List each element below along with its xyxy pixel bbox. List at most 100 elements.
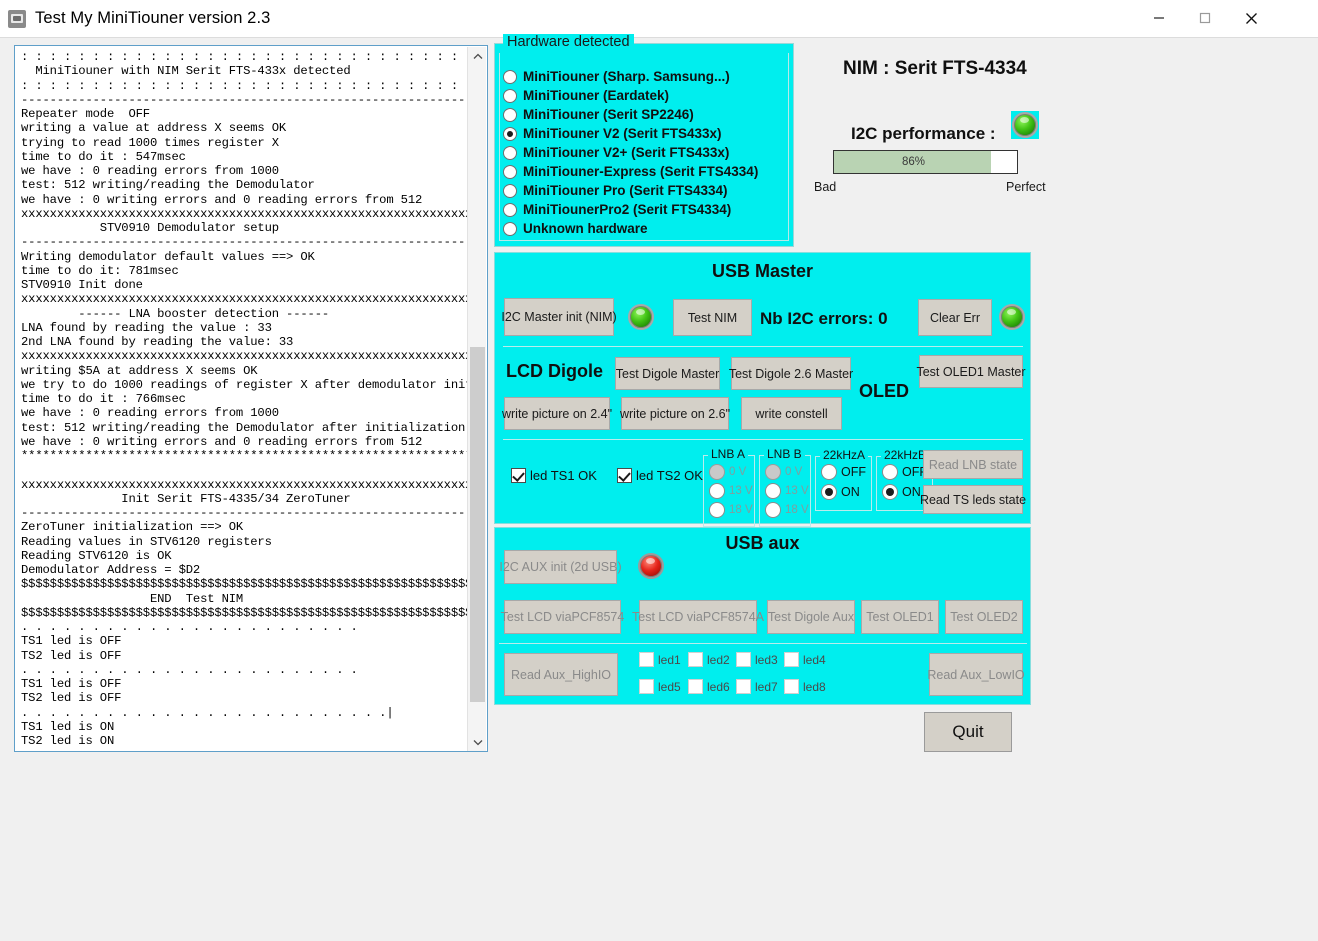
hw-radio-v2-fts433x[interactable]: MiniTiouner V2 (Serit FTS433x): [503, 124, 722, 143]
radio-icon: [709, 464, 725, 480]
test-oled1-button[interactable]: Test OLED1: [861, 600, 939, 634]
test-nim-button[interactable]: Test NIM: [673, 299, 752, 336]
lnb-a-option-13v[interactable]: 13 V: [709, 483, 753, 499]
lnb-a-option-18v[interactable]: 18 V: [709, 502, 753, 518]
clear-err-button[interactable]: Clear Err: [918, 299, 992, 336]
lnb-b-option-13v[interactable]: 13 V: [765, 483, 809, 499]
scrollbar-thumb[interactable]: [470, 347, 485, 702]
led-ts2-checkbox[interactable]: [617, 468, 632, 483]
aux-led2-label: led2: [707, 652, 730, 667]
i2c-performance-progressbar: 86%: [833, 150, 1018, 174]
i2c-aux-status-led-icon: [638, 553, 664, 579]
led-ts2-checkbox-row[interactable]: led TS2 OK: [617, 468, 703, 483]
read-aux-lowio-button[interactable]: Read Aux_LowIO: [927, 653, 1025, 696]
scroll-up-icon[interactable]: [468, 47, 487, 66]
test-digole-26-master-button[interactable]: Test Digole 2.6 Master: [729, 357, 853, 390]
radio-icon: [503, 221, 517, 236]
log-output-text: : : : : : : : : : : : : : : : : : : : : …: [21, 50, 487, 748]
write-constell-button[interactable]: write constell: [741, 397, 842, 430]
radio-icon: [709, 502, 725, 518]
minimize-button[interactable]: [1136, 0, 1182, 36]
aux-led1-row[interactable]: led1: [639, 652, 681, 667]
k22a-option-on[interactable]: ON: [821, 484, 860, 500]
window-title: Test My MiniTiouner version 2.3: [35, 9, 271, 27]
test-lcd-pcf8574-button[interactable]: Test LCD viaPCF8574: [501, 600, 624, 634]
hw-radio-sp2246[interactable]: MiniTiouner (Serit SP2246): [503, 105, 694, 124]
lnb-a-legend: LNB A: [708, 447, 749, 461]
test-oled2-button[interactable]: Test OLED2: [945, 600, 1023, 634]
hw-label: MiniTiouner-Express (Serit FTS4334): [523, 164, 759, 179]
k22b-on-label: ON: [902, 485, 921, 499]
aux-led4-checkbox[interactable]: [784, 652, 799, 667]
i2c-master-init-button[interactable]: I2C Master init (NIM): [501, 298, 617, 336]
lcd-digole-label: LCD Digole: [506, 361, 603, 381]
i2c-aux-init-button[interactable]: I2C AUX init (2d USB): [499, 550, 622, 584]
test-digole-master-button[interactable]: Test Digole Master: [615, 357, 720, 390]
log-scrollbar[interactable]: [467, 47, 487, 751]
aux-led3-row[interactable]: led3: [736, 652, 778, 667]
log-output-panel[interactable]: : : : : : : : : : : : : : : : : : : : : …: [14, 45, 488, 752]
oled-label: OLED: [859, 381, 910, 401]
aux-led1-checkbox[interactable]: [639, 652, 654, 667]
usb-master-panel: USB Master I2C Master init (NIM) Test NI…: [494, 252, 1031, 527]
lnb-b-option-0v[interactable]: 0 V: [765, 464, 802, 480]
read-lnb-state-button[interactable]: Read LNB state: [923, 450, 1023, 479]
k22b-option-off[interactable]: OFF: [882, 464, 927, 480]
lnb-b-legend: LNB B: [764, 447, 805, 461]
read-ts-leds-state-button[interactable]: Read TS leds state: [920, 485, 1026, 514]
radio-selected-icon: [821, 484, 837, 500]
aux-led2-row[interactable]: led2: [688, 652, 730, 667]
test-digole-aux-button[interactable]: Test Digole Aux: [767, 600, 855, 634]
nim-title: NIM : Serit FTS-4334: [843, 58, 1027, 79]
aux-led1-label: led1: [658, 652, 681, 667]
lnb-a-13v-label: 13 V: [729, 485, 753, 497]
radio-icon: [503, 69, 517, 84]
write-picture-26-button[interactable]: write picture on 2.6": [620, 397, 730, 430]
i2c-master-init-led-icon: [628, 304, 654, 330]
aux-led5-row[interactable]: led5: [639, 679, 681, 694]
hw-label: MiniTiouner V2 (Serit FTS433x): [523, 126, 722, 141]
hw-radio-v2plus-fts433x[interactable]: MiniTiouner V2+ (Serit FTS433x): [503, 143, 729, 162]
aux-led8-checkbox[interactable]: [784, 679, 799, 694]
hw-radio-eardatek[interactable]: MiniTiouner (Eardatek): [503, 86, 669, 105]
aux-led7-row[interactable]: led7: [736, 679, 778, 694]
test-lcd-pcf8574a-button[interactable]: Test LCD viaPCF8574A: [632, 600, 764, 634]
hw-radio-pro-fts4334[interactable]: MiniTiouner Pro (Serit FTS4334): [503, 181, 728, 200]
hw-label: MiniTiouner (Serit SP2246): [523, 107, 694, 122]
aux-led3-checkbox[interactable]: [736, 652, 751, 667]
led-ts1-checkbox[interactable]: [511, 468, 526, 483]
read-aux-highio-button[interactable]: Read Aux_HighIO: [504, 653, 618, 696]
aux-led5-checkbox[interactable]: [639, 679, 654, 694]
radio-icon: [821, 464, 837, 480]
i2c-status-led-icon: [1012, 112, 1038, 138]
lnb-b-option-18v[interactable]: 18 V: [765, 502, 809, 518]
lnb-a-option-0v[interactable]: 0 V: [709, 464, 746, 480]
aux-led8-row[interactable]: led8: [784, 679, 826, 694]
i2c-progress-value: 86%: [901, 156, 926, 168]
aux-led2-checkbox[interactable]: [688, 652, 703, 667]
clear-err-led-icon: [999, 304, 1025, 330]
app-logo-icon: [8, 9, 26, 28]
k22a-group: 22kHzA OFF ON: [815, 448, 872, 511]
test-oled1-master-button[interactable]: Test OLED1 Master: [916, 355, 1026, 388]
hw-radio-express-fts4334[interactable]: MiniTiouner-Express (Serit FTS4334): [503, 162, 758, 181]
k22b-option-on[interactable]: ON: [882, 484, 921, 500]
radio-icon: [503, 107, 517, 122]
i2c-performance-label: I2C performance :: [851, 124, 996, 143]
maximize-button[interactable]: [1182, 0, 1228, 36]
led-ts1-checkbox-row[interactable]: led TS1 OK: [511, 468, 597, 483]
close-button[interactable]: [1228, 0, 1274, 36]
quit-button[interactable]: Quit: [924, 712, 1012, 752]
write-picture-24-button[interactable]: write picture on 2.4": [502, 397, 612, 430]
hw-radio-pro2-fts4334[interactable]: MiniTiounerPro2 (Serit FTS4334): [503, 200, 731, 219]
i2c-scale-min-label: Bad: [814, 180, 837, 194]
aux-led6-row[interactable]: led6: [688, 679, 730, 694]
aux-led6-checkbox[interactable]: [688, 679, 703, 694]
aux-led4-row[interactable]: led4: [784, 652, 826, 667]
hw-radio-sharp-samsung[interactable]: MiniTiouner (Sharp. Samsung...): [503, 67, 730, 86]
hw-radio-unknown[interactable]: Unknown hardware: [503, 219, 648, 238]
hardware-detected-panel: Hardware detected MiniTiouner (Sharp. Sa…: [494, 34, 794, 247]
aux-led7-checkbox[interactable]: [736, 679, 751, 694]
scroll-down-icon[interactable]: [468, 733, 487, 751]
k22a-option-off[interactable]: OFF: [821, 464, 866, 480]
